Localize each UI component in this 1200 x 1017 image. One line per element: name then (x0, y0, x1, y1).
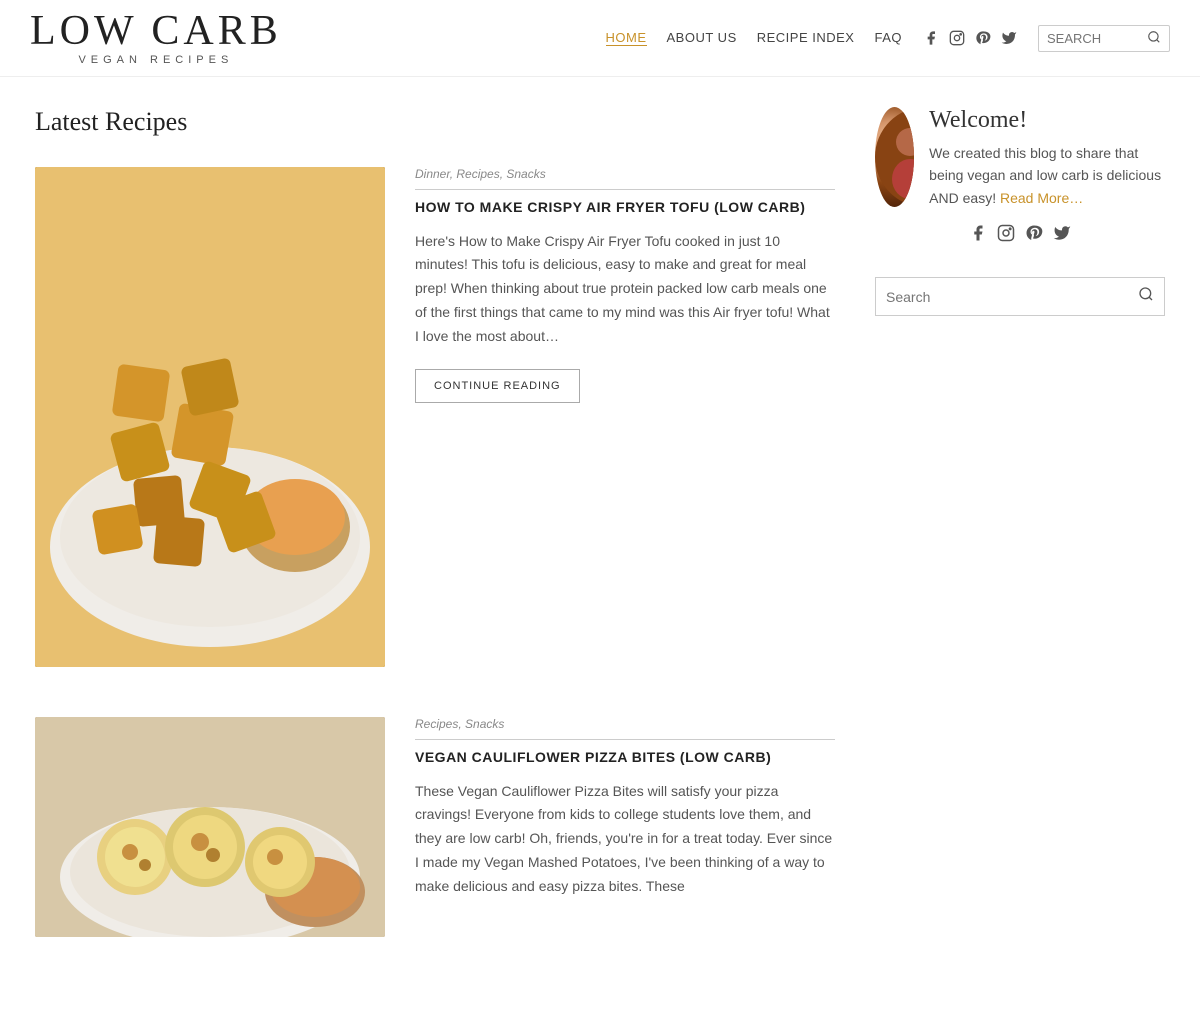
nav-link-faq[interactable]: FAQ (874, 30, 902, 45)
header-twitter-icon[interactable] (1000, 29, 1018, 47)
article-1-text: Dinner, Recipes, Snacks HOW TO MAKE CRIS… (415, 167, 835, 403)
welcome-description: We created this blog to share that being… (929, 142, 1165, 209)
header-instagram-icon[interactable] (948, 29, 966, 47)
article-2: Recipes, Snacks VEGAN CAULIFLOWER PIZZA … (35, 717, 835, 937)
article-2-text: Recipes, Snacks VEGAN CAULIFLOWER PIZZA … (415, 717, 835, 919)
nav-item-faq[interactable]: FAQ (874, 29, 902, 47)
sidebar-instagram-icon[interactable] (997, 224, 1015, 247)
article-1-excerpt: Here's How to Make Crispy Air Fryer Tofu… (415, 230, 835, 349)
content-area: Latest Recipes (35, 107, 835, 987)
section-title: Latest Recipes (35, 107, 835, 137)
sidebar-facebook-icon[interactable] (969, 224, 987, 247)
header-search-input[interactable] (1047, 31, 1147, 46)
nav-link-home[interactable]: HOME (606, 30, 647, 46)
nav-item-recipe-index[interactable]: RECIPE INDEX (757, 29, 855, 47)
article-1-categories: Dinner, Recipes, Snacks (415, 167, 835, 190)
sidebar-pinterest-icon[interactable] (1025, 224, 1043, 247)
header-search-button[interactable] (1147, 30, 1161, 47)
cauliflower-image (35, 717, 385, 937)
article-2-categories: Recipes, Snacks (415, 717, 835, 740)
sidebar: Welcome! We created this blog to share t… (875, 107, 1165, 987)
header-search-box[interactable] (1038, 25, 1170, 52)
continue-reading-button[interactable]: CONTINUE READING (415, 369, 580, 403)
nav-links: HOME ABOUT US RECIPE INDEX FAQ (606, 29, 902, 47)
article-1-image (35, 167, 385, 667)
sidebar-twitter-icon[interactable] (1053, 224, 1071, 247)
welcome-text-area: Welcome! We created this blog to share t… (929, 107, 1165, 209)
sidebar-search-box[interactable] (875, 277, 1165, 316)
header-social-icons (922, 29, 1018, 47)
welcome-box: Welcome! We created this blog to share t… (875, 107, 1165, 247)
avatar-image (875, 107, 914, 207)
nav-item-about[interactable]: ABOUT US (667, 29, 737, 47)
sidebar-search-input[interactable] (886, 289, 1138, 305)
header-facebook-icon[interactable] (922, 29, 940, 47)
read-more-link[interactable]: Read More… (1000, 190, 1083, 206)
nav-link-about[interactable]: ABOUT US (667, 30, 737, 45)
avatar (875, 107, 914, 207)
logo[interactable]: LOW CARB VEGAN RECIPES (30, 10, 282, 66)
welcome-title: Welcome! (929, 107, 1165, 134)
article-1: Dinner, Recipes, Snacks HOW TO MAKE CRIS… (35, 167, 835, 667)
logo-sub-text: VEGAN RECIPES (78, 54, 233, 66)
welcome-content: Welcome! We created this blog to share t… (875, 107, 1165, 209)
article-2-title: VEGAN CAULIFLOWER PIZZA BITES (LOW CARB) (415, 748, 835, 768)
main-nav: HOME ABOUT US RECIPE INDEX FAQ (606, 25, 1170, 52)
article-1-title: HOW TO MAKE CRISPY AIR FRYER TOFU (LOW C… (415, 198, 835, 218)
article-2-excerpt: These Vegan Cauliflower Pizza Bites will… (415, 780, 835, 899)
tofu-image (35, 167, 385, 667)
site-header: LOW CARB VEGAN RECIPES HOME ABOUT US REC… (0, 0, 1200, 77)
main-container: Latest Recipes (15, 77, 1185, 1017)
nav-item-home[interactable]: HOME (606, 29, 647, 47)
sidebar-search-button[interactable] (1138, 286, 1154, 307)
logo-main-text: LOW CARB (30, 10, 282, 52)
header-pinterest-icon[interactable] (974, 29, 992, 47)
article-2-image (35, 717, 385, 937)
sidebar-social-icons (875, 224, 1165, 247)
nav-link-recipe-index[interactable]: RECIPE INDEX (757, 30, 855, 45)
